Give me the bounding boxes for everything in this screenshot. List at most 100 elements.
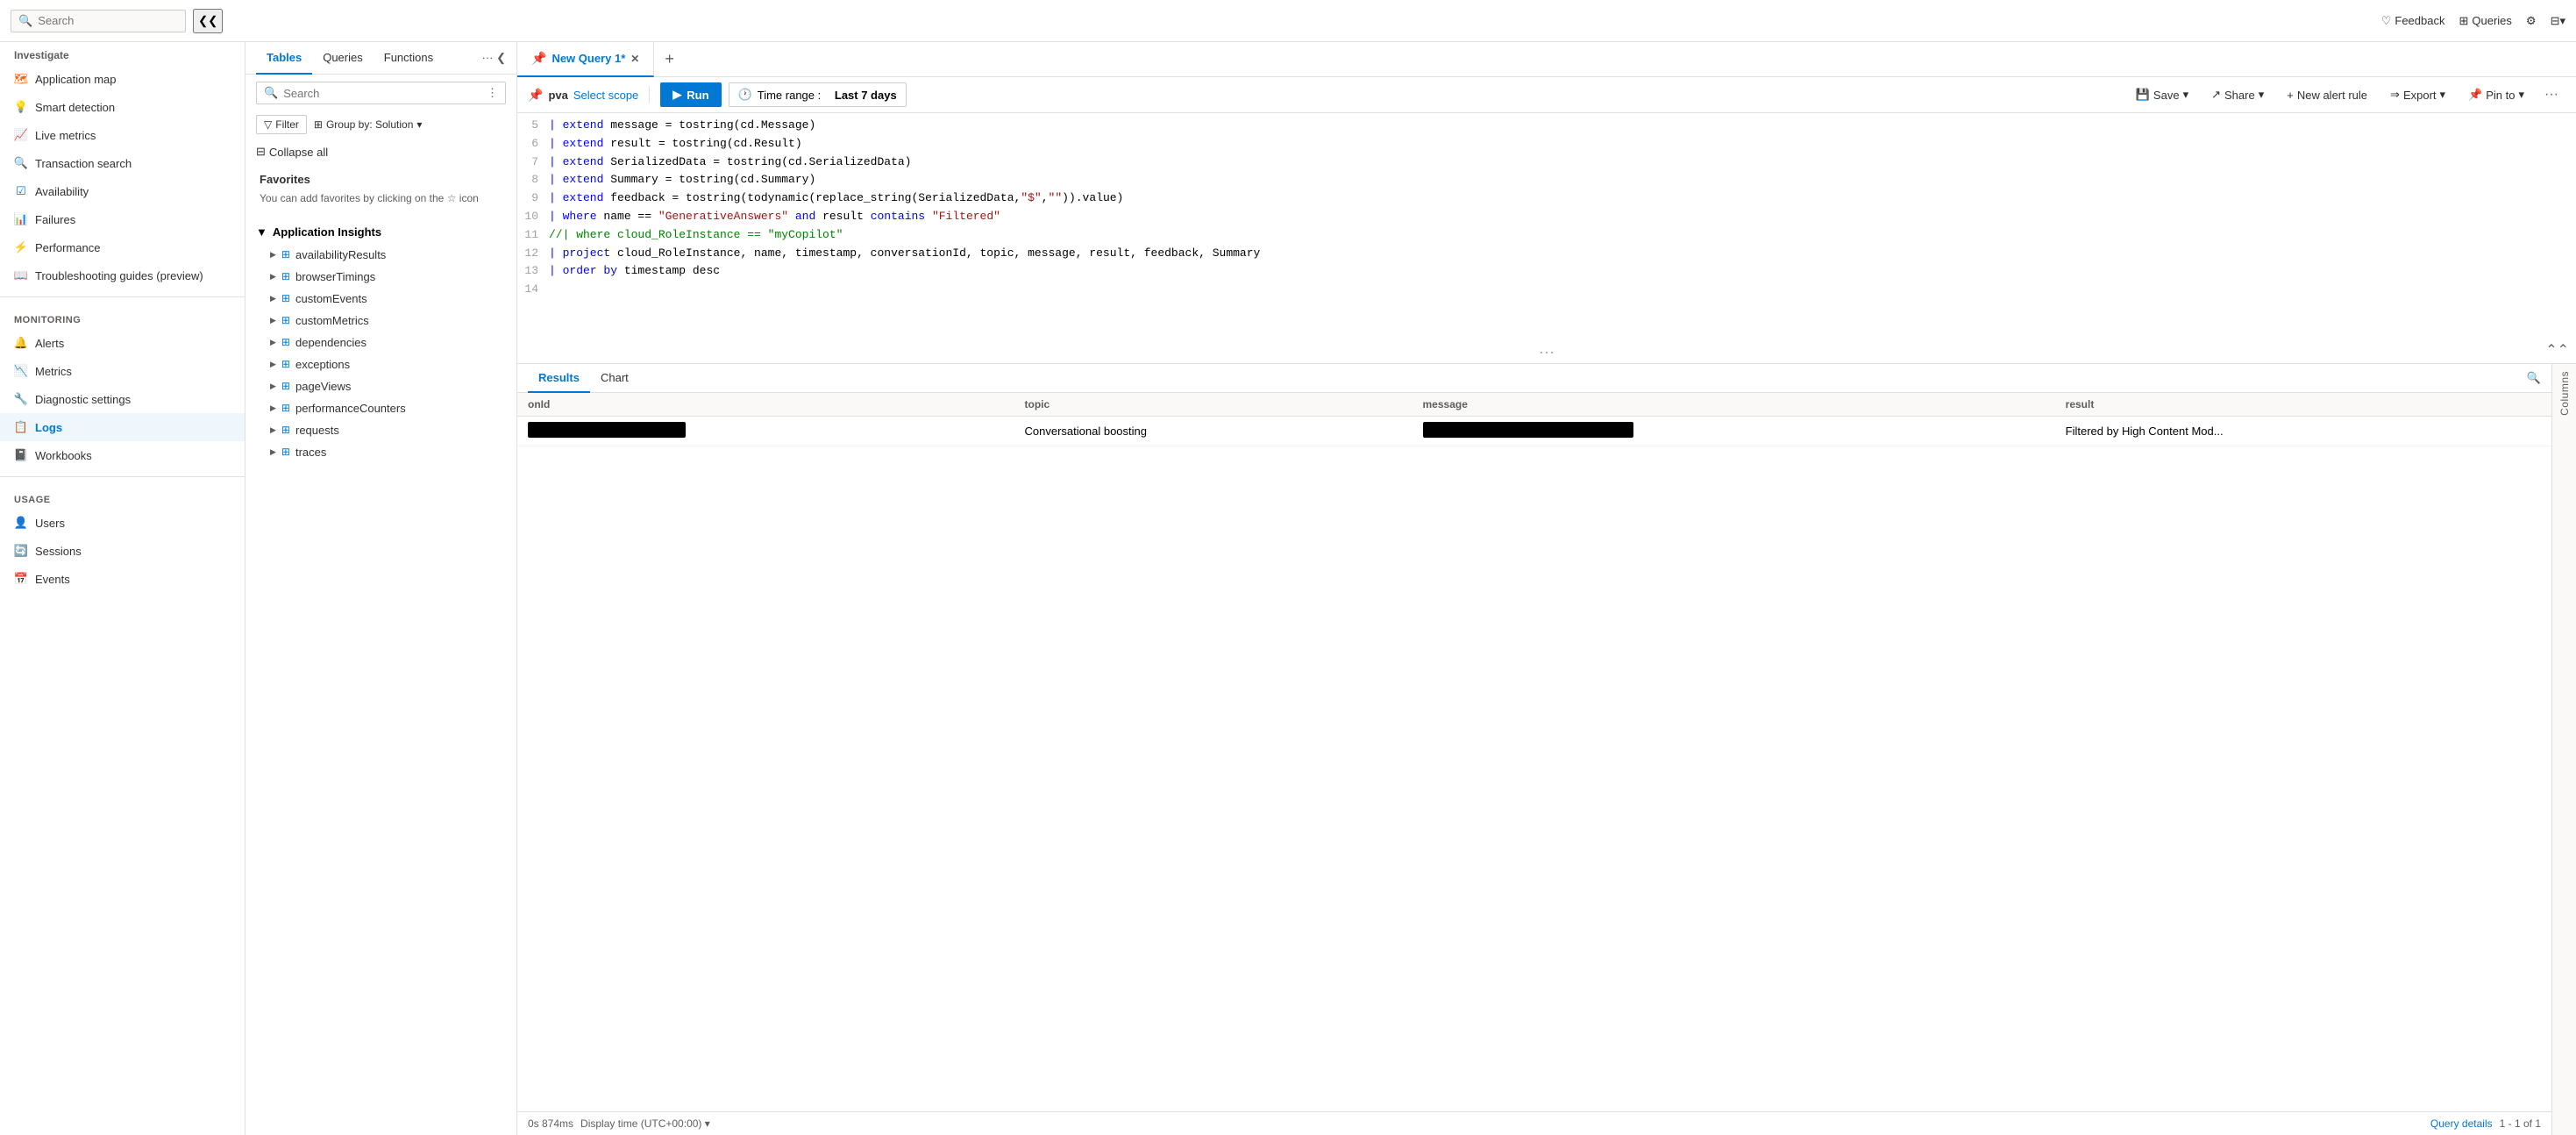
divider-usage <box>0 476 245 477</box>
chevron-right-icon: ▶ <box>270 360 276 369</box>
table-pageViews[interactable]: ▶ ⊞ pageViews <box>246 375 516 397</box>
export-button[interactable]: ⇒ Export ▾ <box>2380 82 2455 107</box>
tab-functions[interactable]: Functions <box>374 42 444 75</box>
save-button[interactable]: 💾 Save ▾ <box>2126 82 2198 107</box>
settings-button[interactable]: ⚙ <box>2526 14 2537 28</box>
failures-icon: 📊 <box>14 212 28 226</box>
more-options-icon[interactable]: ⋮ <box>487 86 498 100</box>
table-icon: ⊞ <box>281 446 290 458</box>
top-search-input[interactable] <box>38 14 160 27</box>
result-search-icon[interactable]: 🔍 <box>2527 371 2541 385</box>
table-customEvents[interactable]: ▶ ⊞ customEvents <box>246 288 516 310</box>
sidebar: Investigate 🗺 Application map 💡 Smart de… <box>0 42 246 1135</box>
table-exceptions[interactable]: ▶ ⊞ exceptions <box>246 353 516 375</box>
code-line-6: 6 | extend result = tostring(cd.Result) <box>517 135 2576 153</box>
sidebar-collapse-button[interactable]: ❮❮ <box>193 9 223 33</box>
table-browserTimings[interactable]: ▶ ⊞ browserTimings <box>246 266 516 288</box>
table-performanceCounters[interactable]: ▶ ⊞ performanceCounters <box>246 397 516 419</box>
feedback-button[interactable]: ♡ Feedback <box>2381 14 2445 28</box>
table-icon: ⊞ <box>281 314 290 326</box>
sidebar-item-alerts[interactable]: 🔔 Alerts <box>0 329 245 357</box>
columns-sidebar[interactable]: Columns <box>2551 364 2576 1135</box>
sidebar-item-availability[interactable]: ☑ Availability <box>0 177 245 205</box>
table-row: Conversational boosting Filtered by High… <box>517 417 2551 446</box>
col-header-message[interactable]: message <box>1413 393 2055 417</box>
middle-panel: Tables Queries Functions ··· ❮ 🔍 ⋮ ▽ Fil… <box>246 42 517 1135</box>
columns-label[interactable]: Columns <box>2558 371 2571 416</box>
logs-icon: 📋 <box>14 420 28 434</box>
close-tab-button[interactable]: ✕ <box>630 53 639 65</box>
cell-topic: Conversational boosting <box>1014 417 1413 446</box>
table-customMetrics[interactable]: ▶ ⊞ customMetrics <box>246 310 516 332</box>
layout-icon: ⊟▾ <box>2551 14 2565 28</box>
save-chevron-down-icon: ▾ <box>2183 88 2189 102</box>
share-button[interactable]: ↗ Share ▾ <box>2202 82 2274 107</box>
collapse-all-button[interactable]: ⊟ Collapse all <box>246 141 516 166</box>
export-icon: ⇒ <box>2390 88 2400 102</box>
table-icon: ⊞ <box>281 402 290 414</box>
display-time[interactable]: Display time (UTC+00:00) ▾ <box>580 1117 710 1130</box>
scope-pin-icon: 📌 <box>528 88 543 103</box>
share-chevron-down-icon: ▾ <box>2259 88 2265 102</box>
table-requests[interactable]: ▶ ⊞ requests <box>246 419 516 441</box>
app-insights-header[interactable]: ▼ Application Insights <box>246 220 516 244</box>
cell-onId <box>517 417 1014 446</box>
code-editor[interactable]: 5 | extend message = tostring(cd.Message… <box>517 113 2576 341</box>
sidebar-item-live-metrics[interactable]: 📈 Live metrics <box>0 121 245 149</box>
sidebar-item-diagnostic-settings[interactable]: 🔧 Diagnostic settings <box>0 385 245 413</box>
query-details-link[interactable]: Query details <box>2430 1117 2493 1130</box>
alert-icon: 🔔 <box>14 336 28 350</box>
col-header-topic[interactable]: topic <box>1014 393 1413 417</box>
cell-result: Filtered by High Content Mod... <box>2055 417 2551 446</box>
col-header-onId[interactable]: onId <box>517 393 1014 417</box>
col-header-result[interactable]: result <box>2055 393 2551 417</box>
sidebar-item-smart-detection[interactable]: 💡 Smart detection <box>0 93 245 121</box>
table-traces[interactable]: ▶ ⊞ traces <box>246 441 516 463</box>
sidebar-item-failures[interactable]: 📊 Failures <box>0 205 245 233</box>
sidebar-item-workbooks[interactable]: 📓 Workbooks <box>0 441 245 469</box>
queries-icon: ⊞ <box>2459 14 2468 28</box>
pin-to-button[interactable]: 📌 Pin to ▾ <box>2459 82 2534 107</box>
tab-queries[interactable]: Queries <box>312 42 374 75</box>
code-line-9: 9 | extend feedback = tostring(todynamic… <box>517 189 2576 208</box>
sidebar-item-users[interactable]: 👤 Users <box>0 509 245 537</box>
sidebar-item-application-map[interactable]: 🗺 Application map <box>0 65 245 93</box>
sidebar-item-sessions[interactable]: 🔄 Sessions <box>0 537 245 565</box>
favorites-title: Favorites <box>260 173 502 186</box>
top-search-container[interactable]: 🔍 <box>11 10 186 32</box>
select-scope-link[interactable]: Select scope <box>573 89 638 102</box>
run-button[interactable]: ▶ Run <box>660 82 721 107</box>
new-alert-rule-button[interactable]: + New alert rule <box>2277 83 2377 107</box>
time-range-button[interactable]: 🕐 Time range : Last 7 days <box>729 82 907 107</box>
sidebar-item-transaction-search[interactable]: 🔍 Transaction search <box>0 149 245 177</box>
tables-search-bar[interactable]: 🔍 ⋮ <box>256 82 506 104</box>
chevron-right-icon: ▶ <box>270 294 276 303</box>
layout-button[interactable]: ⊟▾ <box>2551 14 2565 28</box>
diagnostic-icon: 🔧 <box>14 392 28 406</box>
chevron-right-icon: ▶ <box>270 447 276 457</box>
record-count: 1 - 1 of 1 <box>2500 1117 2541 1130</box>
queries-button[interactable]: ⊞ Queries <box>2459 14 2511 28</box>
sidebar-item-events[interactable]: 📅 Events <box>0 565 245 593</box>
query-tab-1[interactable]: 📌 New Query 1* ✕ <box>517 42 654 77</box>
sidebar-item-troubleshooting[interactable]: 📖 Troubleshooting guides (preview) <box>0 261 245 289</box>
sidebar-item-logs[interactable]: 📋 Logs <box>0 413 245 441</box>
scope-name: pva <box>548 89 567 102</box>
new-tab-button[interactable]: + <box>654 50 685 68</box>
tab-results[interactable]: Results <box>528 364 590 393</box>
filter-button[interactable]: ▽ Filter <box>256 115 307 134</box>
groupby-button[interactable]: ⊞ Group by: Solution ▾ <box>314 118 423 131</box>
table-availabilityResults[interactable]: ▶ ⊞ availabilityResults <box>246 244 516 266</box>
cell-message <box>1413 417 2055 446</box>
table-dependencies[interactable]: ▶ ⊞ dependencies <box>246 332 516 353</box>
tab-chart[interactable]: Chart <box>590 364 639 393</box>
more-tabs-button[interactable]: ··· ❮ <box>482 51 507 65</box>
tables-search-input[interactable] <box>283 87 481 100</box>
more-actions-button[interactable]: ··· <box>2537 82 2565 107</box>
editor-collapse-button[interactable]: ⌃⌃ <box>2545 341 2569 359</box>
sidebar-item-metrics[interactable]: 📉 Metrics <box>0 357 245 385</box>
sidebar-item-performance[interactable]: ⚡ Performance <box>0 233 245 261</box>
collapse-icon: ⊟ <box>256 145 266 159</box>
tab-tables[interactable]: Tables <box>256 42 312 75</box>
editor-expand-dots[interactable]: ··· ⌃⌃ <box>517 341 2576 364</box>
